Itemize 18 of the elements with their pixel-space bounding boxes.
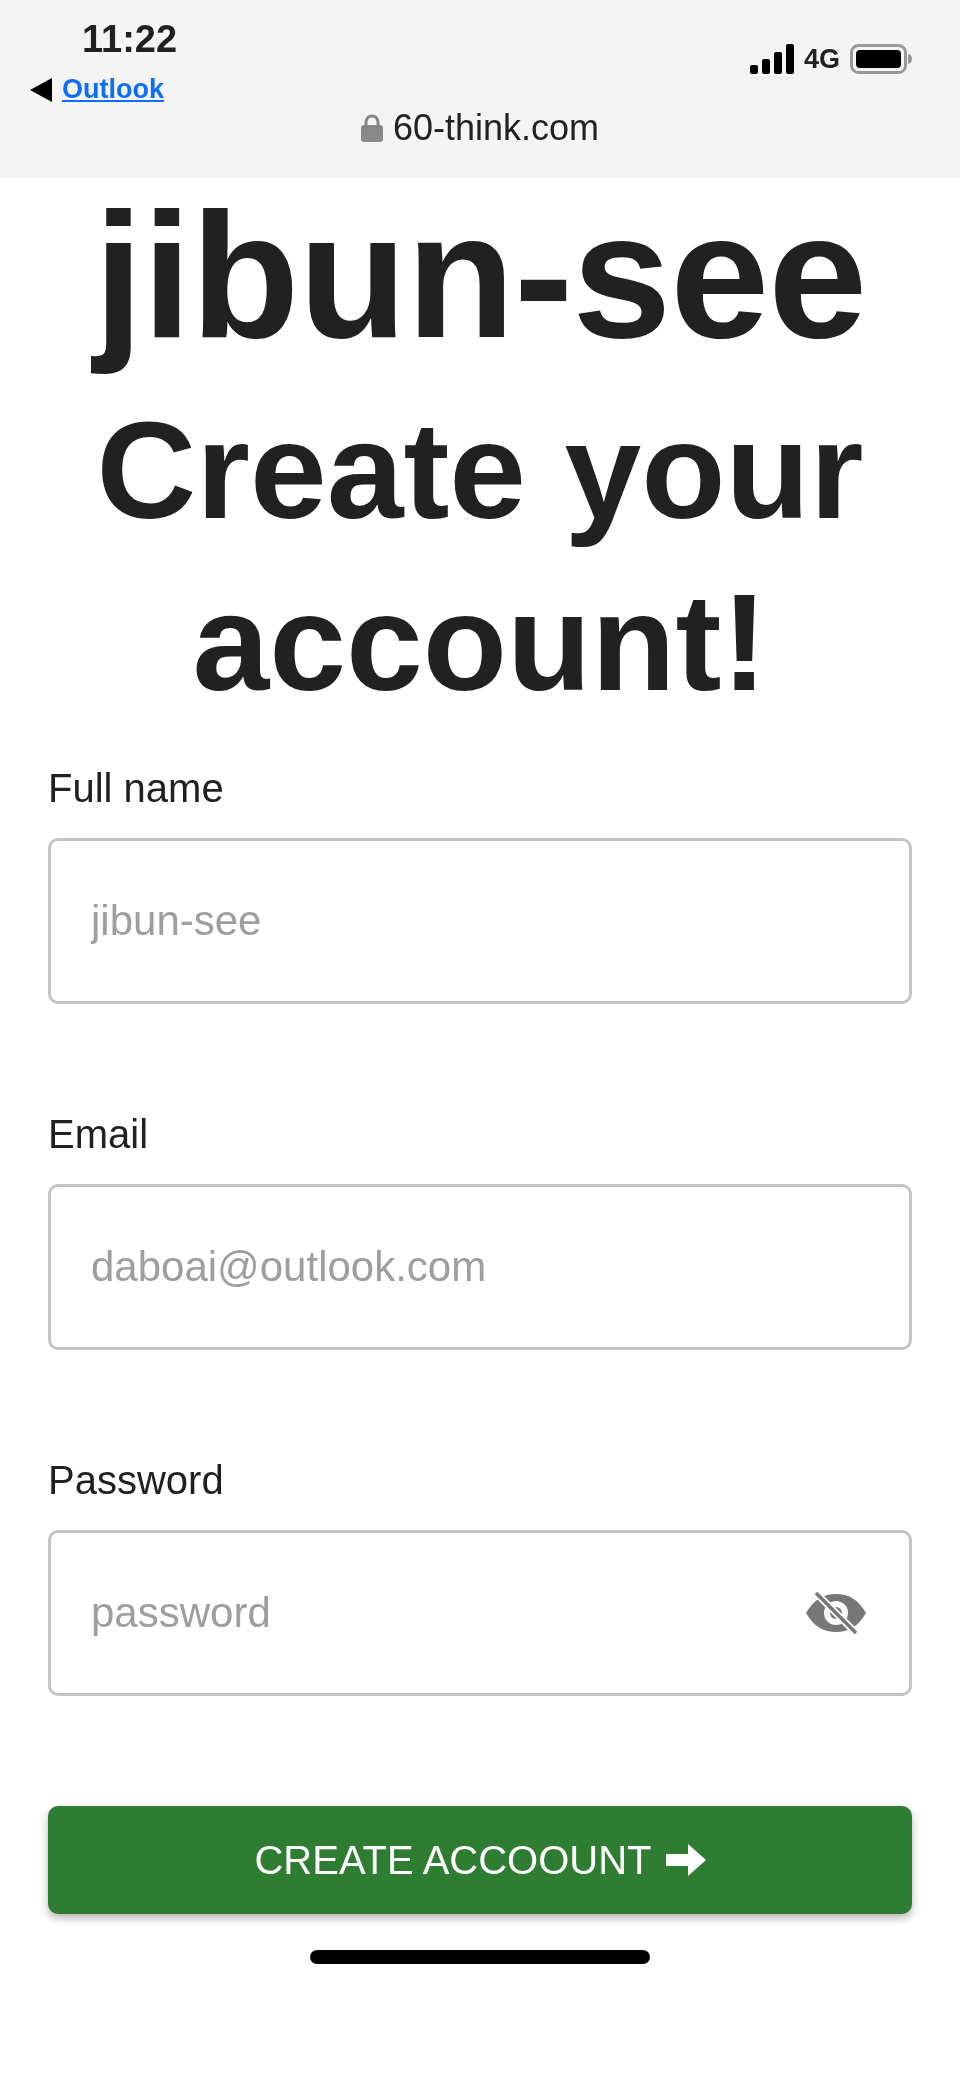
back-link[interactable]: Outlook [30, 76, 164, 103]
create-account-button[interactable]: CREATE ACCOOUNT [48, 1805, 912, 1914]
eye-slash-icon[interactable] [804, 1588, 868, 1637]
url-bar[interactable]: 60-think.com [0, 110, 960, 146]
arrow-right-icon [665, 1843, 706, 1876]
page-heading: Create your account! [95, 391, 865, 721]
signal-icon [749, 44, 794, 74]
email-field[interactable]: daboai@outlook.com [48, 1183, 912, 1350]
battery-icon [850, 44, 912, 74]
status-time: 11:22 [82, 20, 178, 58]
brand-title: jibun-see [93, 178, 867, 374]
network-label: 4G [803, 45, 840, 73]
password-field[interactable]: password [48, 1529, 912, 1696]
field-label: Email [48, 1113, 149, 1154]
field-label: Password [48, 1459, 224, 1500]
lock-icon [360, 114, 383, 142]
back-triangle-icon [30, 77, 52, 102]
field-label: Full name [48, 767, 224, 808]
